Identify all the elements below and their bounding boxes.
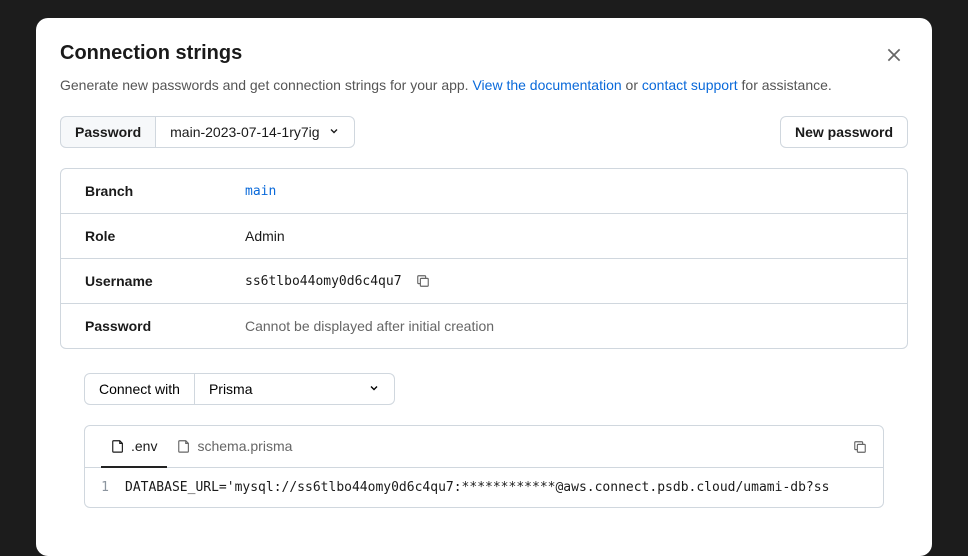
password-selected: main-2023-07-14-1ry7ig xyxy=(170,124,319,140)
password-row: Password Cannot be displayed after initi… xyxy=(61,304,907,348)
password-dropdown[interactable]: main-2023-07-14-1ry7ig xyxy=(156,116,354,148)
file-icon xyxy=(111,439,125,453)
connect-selected: Prisma xyxy=(209,381,253,397)
password-info-value: Cannot be displayed after initial creati… xyxy=(245,318,494,334)
username-label: Username xyxy=(85,273,245,289)
new-password-button[interactable]: New password xyxy=(780,116,908,148)
branch-value: main xyxy=(245,184,276,199)
tab-schema-label: schema.prisma xyxy=(197,438,292,454)
username-row: Username ss6tlbo44omy0d6c4qu7 xyxy=(61,259,907,304)
tab-schema[interactable]: schema.prisma xyxy=(167,426,302,468)
connection-info-table: Branch main Role Admin Username ss6tlbo4… xyxy=(60,168,908,349)
username-value: ss6tlbo44omy0d6c4qu7 xyxy=(245,274,430,289)
modal-header: Connection strings Generate new password… xyxy=(60,42,908,96)
branch-link[interactable]: main xyxy=(245,184,276,199)
code-panel: .env schema.prisma 1 DATABASE_URL='mysql… xyxy=(84,425,884,508)
connect-with-label: Connect with xyxy=(84,373,195,405)
code-line: DATABASE_URL='mysql://ss6tlbo44omy0d6c4q… xyxy=(125,480,829,495)
role-value: Admin xyxy=(245,228,285,244)
file-icon xyxy=(177,439,191,453)
close-icon xyxy=(885,46,903,67)
support-link[interactable]: contact support xyxy=(642,77,738,93)
password-button[interactable]: Password xyxy=(60,116,156,148)
username-text: ss6tlbo44omy0d6c4qu7 xyxy=(245,274,402,289)
connect-toolbar: Connect with Prisma xyxy=(84,373,884,405)
password-info-label: Password xyxy=(85,318,245,334)
chevron-down-icon xyxy=(328,124,340,140)
password-toolbar: Password main-2023-07-14-1ry7ig New pass… xyxy=(60,116,908,148)
connect-with-dropdown[interactable]: Prisma xyxy=(195,373,395,405)
modal-subtitle: Generate new passwords and get connectio… xyxy=(60,75,908,96)
role-row: Role Admin xyxy=(61,214,907,259)
tab-env-label: .env xyxy=(131,438,157,454)
line-number: 1 xyxy=(85,480,125,495)
connection-strings-modal: Connection strings Generate new password… xyxy=(36,18,932,556)
copy-code-button[interactable] xyxy=(853,440,867,454)
subtitle-text: Generate new passwords and get connectio… xyxy=(60,77,472,93)
connect-block: Connect with Prisma .env xyxy=(60,373,908,508)
role-label: Role xyxy=(85,228,245,244)
modal-title: Connection strings xyxy=(60,42,908,65)
close-button[interactable] xyxy=(880,42,908,70)
subtitle-or: or xyxy=(622,77,642,93)
code-tabs: .env schema.prisma xyxy=(85,426,883,468)
code-body: 1 DATABASE_URL='mysql://ss6tlbo44omy0d6c… xyxy=(85,468,883,507)
tab-env[interactable]: .env xyxy=(101,426,167,468)
branch-row: Branch main xyxy=(61,169,907,214)
doc-link[interactable]: View the documentation xyxy=(472,77,621,93)
branch-label: Branch xyxy=(85,183,245,199)
subtitle-suffix: for assistance. xyxy=(738,77,832,93)
chevron-down-icon xyxy=(368,381,380,397)
copy-username-button[interactable] xyxy=(416,274,430,288)
